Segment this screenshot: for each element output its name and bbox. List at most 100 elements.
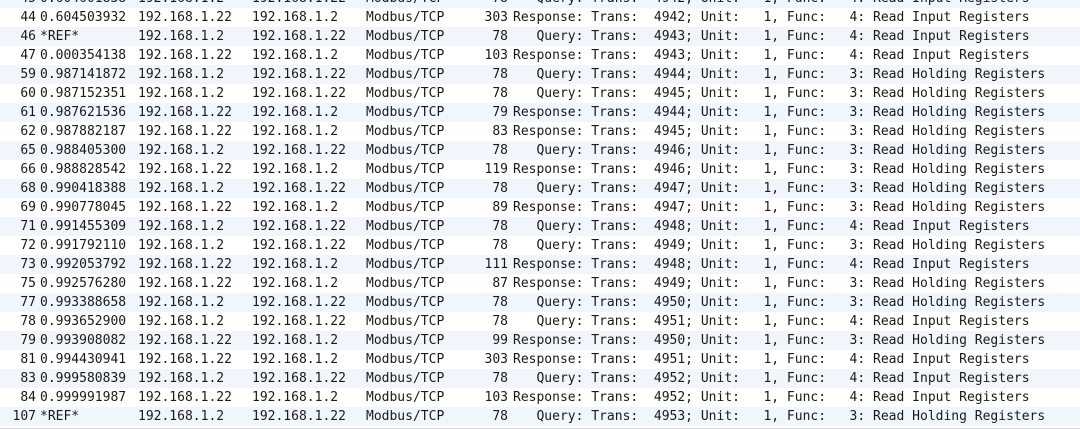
packet-time: 0.992576280 xyxy=(40,276,127,291)
packet-number: 61 xyxy=(20,105,36,120)
packet-destination: 192.168.1.22 xyxy=(252,181,346,196)
packet-number: 73 xyxy=(20,257,36,272)
packet-number: 84 xyxy=(20,390,36,405)
packet-time: 0.988828542 xyxy=(40,162,127,177)
packet-number: 65 xyxy=(20,143,36,158)
packet-destination: 192.168.1.2 xyxy=(252,257,339,272)
packet-source: 192.168.1.22 xyxy=(138,333,232,348)
packet-time: 0.987141872 xyxy=(40,67,127,82)
packet-number: 45 xyxy=(0,0,36,8)
packet-length: 78 xyxy=(492,143,508,158)
packet-number: 44 xyxy=(20,10,36,25)
packet-info: Query: Trans: 4951; Unit: 1, Func: 4: Re… xyxy=(513,314,1030,329)
packet-destination: 192.168.1.2 xyxy=(252,48,339,63)
packet-source: 192.168.1.22 xyxy=(138,105,232,120)
packet-list[interactable]: 45 0.604601838 192.168.1.2 192.168.1.22 Modb… xyxy=(0,0,1080,429)
table-row[interactable]: 66 0.988828542 192.168.1.22 192.168.1.2 Modb… xyxy=(0,160,1080,179)
table-row[interactable]: 65 0.988405300 192.168.1.2 192.168.1.22 Modb… xyxy=(0,141,1080,160)
packet-time: 0.988405300 xyxy=(40,143,127,158)
packet-length: 78 xyxy=(492,314,508,329)
packet-time: 0.987882187 xyxy=(40,124,127,139)
packet-info: Query: Trans: 4950; Unit: 1, Func: 3: Re… xyxy=(513,295,1046,310)
packet-protocol: Modbus/TCP xyxy=(366,257,445,272)
packet-protocol: Modbus/TCP xyxy=(366,105,445,120)
packet-protocol: Modbus/TCP xyxy=(366,238,445,253)
packet-destination: 192.168.1.22 xyxy=(252,371,346,386)
packet-time: 0.990418388 xyxy=(40,181,127,196)
table-row[interactable]: 62 0.987882187 192.168.1.22 192.168.1.2 Modb… xyxy=(0,122,1080,141)
table-row[interactable]: 84 0.999991987 192.168.1.22 192.168.1.2 Modb… xyxy=(0,388,1080,407)
packet-destination: 192.168.1.2 xyxy=(252,162,339,177)
packet-protocol: Modbus/TCP xyxy=(366,371,445,386)
packet-time: 0.000354138 xyxy=(40,48,127,63)
packet-number: 78 xyxy=(20,314,36,329)
packet-protocol: Modbus/TCP xyxy=(366,352,445,367)
table-row[interactable]: 81 0.994430941 192.168.1.22 192.168.1.2 Modb… xyxy=(0,350,1080,369)
packet-info: Response: Trans: 4951; Unit: 1, Func: 4:… xyxy=(513,352,1030,367)
packet-source: 192.168.1.22 xyxy=(138,200,232,215)
packet-time: 0.991792110 xyxy=(40,238,127,253)
packet-number: 68 xyxy=(20,181,36,196)
packet-protocol: Modbus/TCP xyxy=(366,48,445,63)
packet-protocol: Modbus/TCP xyxy=(366,67,445,82)
table-row[interactable]: 69 0.990778045 192.168.1.22 192.168.1.2 Modb… xyxy=(0,198,1080,217)
table-row[interactable]: 60 0.987152351 192.168.1.2 192.168.1.22 Modb… xyxy=(0,84,1080,103)
table-row[interactable]: 44 0.604503932 192.168.1.22 192.168.1.2 Modb… xyxy=(0,8,1080,27)
table-row[interactable]: 78 0.993652900 192.168.1.2 192.168.1.22 Modb… xyxy=(0,312,1080,331)
packet-time: 0.990778045 xyxy=(40,200,127,215)
table-row[interactable]: 68 0.990418388 192.168.1.2 192.168.1.22 Modb… xyxy=(0,179,1080,198)
packet-time: 0.991455309 xyxy=(40,219,127,234)
packet-number: 79 xyxy=(20,333,36,348)
packet-protocol: Modbus/TCP xyxy=(366,409,445,424)
packet-length: 78 xyxy=(492,219,508,234)
packet-source: 192.168.1.2 xyxy=(138,314,225,329)
packet-protocol: Modbus/TCP xyxy=(366,162,445,177)
packet-source: 192.168.1.22 xyxy=(138,10,232,25)
packet-length: 303 xyxy=(484,352,508,367)
table-row[interactable]: 46 *REF* 192.168.1.2 192.168.1.22 Modbus/TCP… xyxy=(0,27,1080,46)
packet-info: Response: Trans: 4945; Unit: 1, Func: 3:… xyxy=(513,124,1046,139)
packet-info: Response: Trans: 4942; Unit: 1, Func: 4:… xyxy=(513,10,1030,25)
packet-protocol: Modbus/TCP xyxy=(366,295,445,310)
packet-protocol: Modbus/TCP xyxy=(366,333,445,348)
packet-destination: 192.168.1.22 xyxy=(252,143,346,158)
packet-time: 0.987621536 xyxy=(40,105,127,120)
packet-info: Response: Trans: 4948; Unit: 1, Func: 4:… xyxy=(513,257,1030,272)
table-row[interactable]: 75 0.992576280 192.168.1.22 192.168.1.2 Modb… xyxy=(0,274,1080,293)
packet-length: 78 xyxy=(460,0,508,8)
packet-source: 192.168.1.2 xyxy=(138,143,225,158)
table-row[interactable]: 45 0.604601838 192.168.1.2 192.168.1.22 Modb… xyxy=(0,0,1080,8)
packet-source: 192.168.1.2 xyxy=(138,0,224,8)
packet-destination: 192.168.1.22 xyxy=(252,86,346,101)
packet-time: 0.993652900 xyxy=(40,314,127,329)
table-row[interactable]: 47 0.000354138 192.168.1.22 192.168.1.2 Modb… xyxy=(0,46,1080,65)
packet-number: 59 xyxy=(20,67,36,82)
packet-length: 89 xyxy=(492,200,508,215)
packet-length: 99 xyxy=(492,333,508,348)
table-row[interactable]: 77 0.993388658 192.168.1.2 192.168.1.22 Modb… xyxy=(0,293,1080,312)
table-row[interactable]: 59 0.987141872 192.168.1.2 192.168.1.22 Modb… xyxy=(0,65,1080,84)
packet-number: 81 xyxy=(20,352,36,367)
packet-destination: 192.168.1.22 xyxy=(252,295,346,310)
packet-time: 0.993908082 xyxy=(40,333,127,348)
packet-time: 0.604601838 xyxy=(40,0,126,8)
packet-time: 0.992053792 xyxy=(40,257,127,272)
table-row[interactable]: 71 0.991455309 192.168.1.2 192.168.1.22 Modb… xyxy=(0,217,1080,236)
packet-time: *REF* xyxy=(40,29,80,44)
packet-source: 192.168.1.2 xyxy=(138,67,225,82)
table-row[interactable]: 83 0.999580839 192.168.1.2 192.168.1.22 Modb… xyxy=(0,369,1080,388)
table-row[interactable]: 72 0.991792110 192.168.1.2 192.168.1.22 Modb… xyxy=(0,236,1080,255)
packet-length: 83 xyxy=(492,124,508,139)
table-row[interactable]: 73 0.992053792 192.168.1.22 192.168.1.2 Modb… xyxy=(0,255,1080,274)
packet-source: 192.168.1.2 xyxy=(138,238,225,253)
table-row[interactable]: 61 0.987621536 192.168.1.22 192.168.1.2 Modb… xyxy=(0,103,1080,122)
table-row[interactable]: 107 *REF* 192.168.1.2 192.168.1.22 Modbus/TC… xyxy=(0,407,1080,426)
packet-info: Query: Trans: 4943; Unit: 1, Func: 4: Re… xyxy=(513,29,1030,44)
packet-time: 0.987152351 xyxy=(40,86,127,101)
packet-info: Response: Trans: 4943; Unit: 1, Func: 4:… xyxy=(513,48,1030,63)
packet-protocol: Modbus/TCP xyxy=(366,10,445,25)
packet-info: Query: Trans: 4946; Unit: 1, Func: 3: Re… xyxy=(513,143,1046,158)
packet-info: Query: Trans: 4947; Unit: 1, Func: 3: Re… xyxy=(513,181,1046,196)
table-row[interactable]: 79 0.993908082 192.168.1.22 192.168.1.2 Modb… xyxy=(0,331,1080,350)
packet-destination: 192.168.1.22 xyxy=(252,238,346,253)
